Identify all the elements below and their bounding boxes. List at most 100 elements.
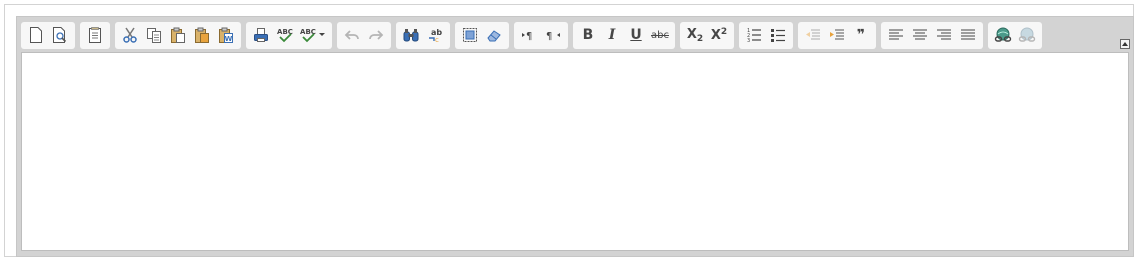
text-direction-ltr-button[interactable]: ¶ — [517, 24, 541, 46]
bold-label: B — [582, 27, 594, 43]
svg-text:c: c — [435, 36, 439, 43]
align-right-button[interactable] — [932, 24, 956, 46]
align-justify-button[interactable] — [956, 24, 980, 46]
toolbar-group-undo — [337, 21, 391, 49]
paste-text-icon — [195, 27, 209, 43]
paste-from-word-icon: W — [219, 27, 233, 43]
superscript-index: 2 — [720, 27, 728, 37]
print-button[interactable] — [249, 24, 273, 46]
underline-label: U — [630, 27, 642, 43]
toolbar-group-selection — [455, 21, 509, 49]
undo-icon — [344, 30, 359, 40]
align-justify-icon — [961, 29, 975, 40]
indent-button[interactable] — [825, 24, 849, 46]
find-button[interactable] — [399, 24, 423, 46]
paste-button[interactable] — [166, 24, 190, 46]
paste-icon — [171, 27, 185, 43]
align-right-icon — [937, 29, 951, 40]
unlink-button[interactable] — [1015, 24, 1039, 46]
select-all-icon — [463, 28, 477, 42]
align-left-icon — [889, 29, 903, 40]
strikethrough-label: abc — [651, 29, 669, 41]
cut-button[interactable] — [118, 24, 142, 46]
subscript-button[interactable]: X2 — [683, 24, 707, 46]
align-center-icon — [913, 29, 927, 40]
toolbar-group-find: ab c — [396, 21, 450, 49]
find-icon — [403, 29, 419, 42]
preview-button[interactable] — [48, 24, 72, 46]
toolbar-group-lists: 1 2 3 — [739, 21, 793, 49]
paste-from-word-button[interactable]: W — [214, 24, 238, 46]
italic-button[interactable]: I — [600, 24, 624, 46]
editor-outer-frame: W ABC ABC ab c ¶ ¶ B I U abc X2 X2 1 2 3… — [4, 4, 1134, 257]
superscript-label: X2 — [711, 27, 727, 43]
text-direction-rtl-icon: ¶ — [546, 31, 560, 42]
toolbar-group-clipboard: W — [115, 21, 241, 49]
toolbar-group-editing: ABC ABC — [246, 21, 332, 49]
spellcheck-button[interactable]: ABC — [273, 24, 297, 46]
remove-format-icon — [487, 30, 501, 42]
align-left-button[interactable] — [884, 24, 908, 46]
svg-text:3: 3 — [747, 38, 750, 43]
svg-text:W: W — [225, 35, 233, 43]
bold-button[interactable]: B — [576, 24, 600, 46]
toolbar-group-document — [21, 21, 75, 49]
svg-text:¶: ¶ — [526, 31, 532, 42]
toolbar-group-basicstyles: B I U abc — [573, 21, 675, 49]
outdent-button[interactable] — [801, 24, 825, 46]
cut-icon — [123, 27, 137, 43]
underline-button[interactable]: U — [624, 24, 648, 46]
new-page-icon — [30, 27, 42, 43]
replace-button[interactable]: ab c — [423, 24, 447, 46]
copy-icon — [147, 28, 161, 43]
templates-button[interactable] — [83, 24, 107, 46]
undo-button[interactable] — [340, 24, 364, 46]
link-button[interactable] — [991, 24, 1015, 46]
new-page-button[interactable] — [24, 24, 48, 46]
collapse-toolbar-button[interactable] — [1120, 39, 1130, 49]
indent-icon — [830, 29, 844, 40]
print-icon — [254, 28, 268, 42]
collapse-arrow-icon — [1122, 42, 1128, 46]
subscript-base: X — [686, 26, 697, 42]
editor-content-area[interactable] — [21, 52, 1129, 251]
preview-icon — [53, 27, 67, 43]
toolbar-group-indent: ❞ — [798, 21, 876, 49]
toolbar-group-templates — [80, 21, 110, 49]
numbered-list-icon: 1 2 3 — [747, 28, 761, 43]
subscript-index: 2 — [696, 33, 704, 44]
rich-text-editor: W ABC ABC ab c ¶ ¶ B I U abc X2 X2 1 2 3… — [16, 16, 1134, 257]
toolbar-group-align — [881, 21, 983, 49]
text-direction-ltr-icon: ¶ — [522, 31, 532, 42]
superscript-button[interactable]: X2 — [707, 24, 731, 46]
select-all-button[interactable] — [458, 24, 482, 46]
spellcheck-icon: ABC — [277, 28, 293, 43]
remove-format-button[interactable] — [482, 24, 506, 46]
numbered-list-button[interactable]: 1 2 3 — [742, 24, 766, 46]
toolbar-group-scripts: X2 X2 — [680, 21, 734, 49]
text-direction-rtl-button[interactable]: ¶ — [541, 24, 565, 46]
redo-icon — [369, 30, 384, 40]
replace-icon: ab c — [429, 28, 442, 43]
align-center-button[interactable] — [908, 24, 932, 46]
editor-toolbar: W ABC ABC ab c ¶ ¶ B I U abc X2 X2 1 2 3… — [21, 21, 1047, 49]
templates-icon — [89, 27, 101, 43]
italic-label: I — [608, 27, 616, 43]
blockquote-icon: ❞ — [856, 27, 866, 43]
toolbar-group-bidi: ¶ ¶ — [514, 21, 568, 49]
blockquote-button[interactable]: ❞ — [849, 24, 873, 46]
bulleted-list-icon — [771, 29, 785, 42]
spellcheck-as-you-type-icon: ABC — [300, 28, 325, 43]
paste-text-button[interactable] — [190, 24, 214, 46]
link-icon — [994, 27, 1012, 42]
outdent-icon — [806, 29, 820, 40]
subscript-label: X2 — [687, 27, 703, 44]
svg-text:¶: ¶ — [546, 31, 552, 42]
spellcheck-as-you-type-button[interactable]: ABC — [297, 24, 329, 46]
copy-button[interactable] — [142, 24, 166, 46]
toolbar-group-links — [988, 21, 1042, 49]
bulleted-list-button[interactable] — [766, 24, 790, 46]
redo-button[interactable] — [364, 24, 388, 46]
strikethrough-button[interactable]: abc — [648, 24, 672, 46]
superscript-base: X — [710, 28, 721, 43]
